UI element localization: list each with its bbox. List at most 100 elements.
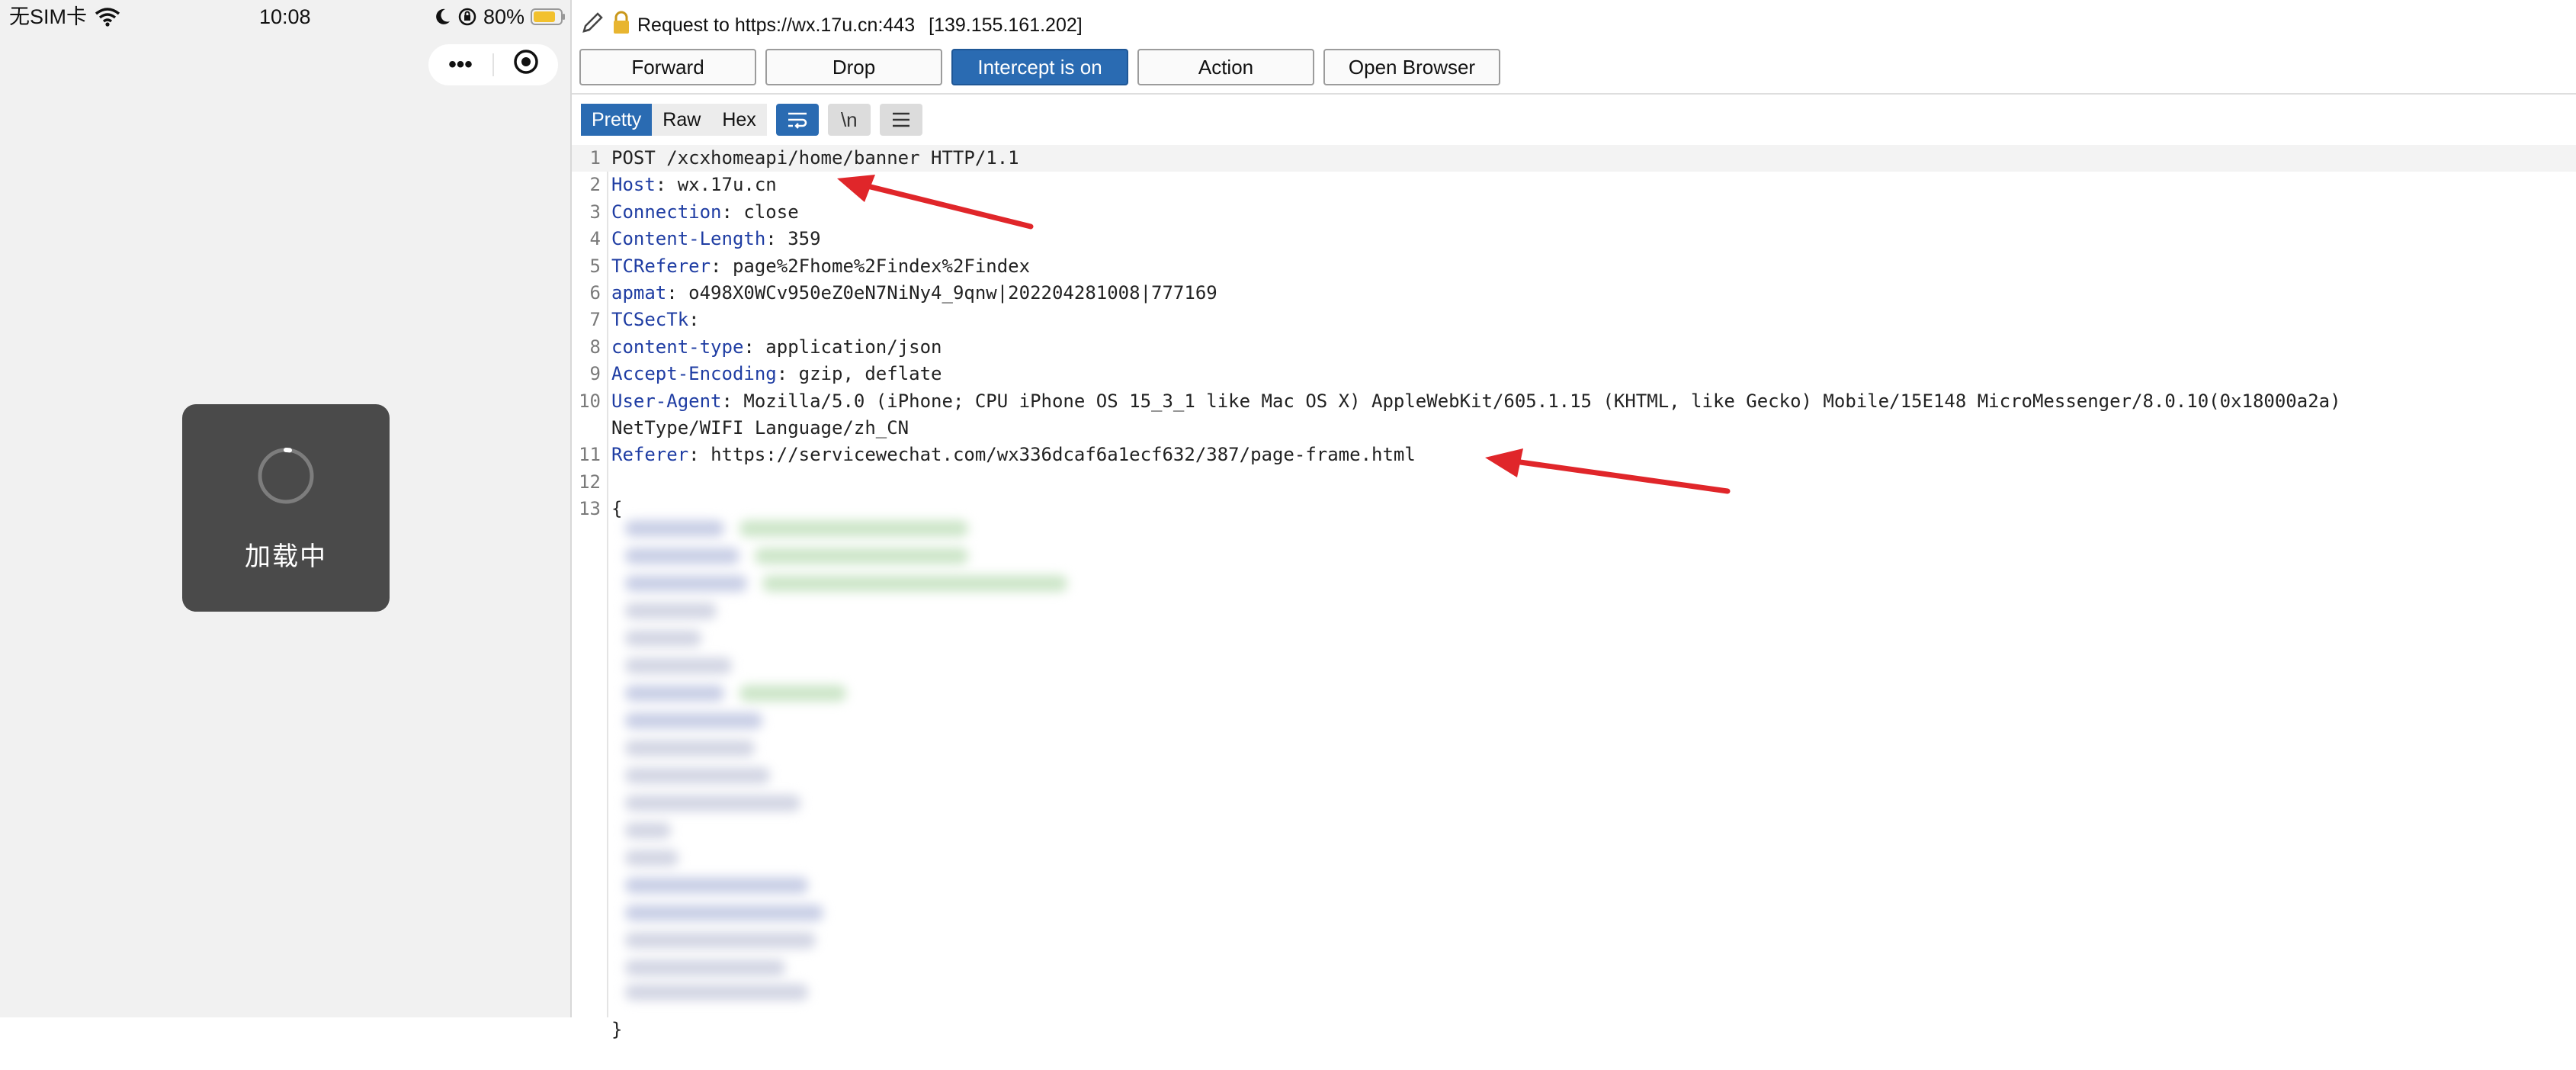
battery-icon	[531, 8, 566, 26]
loading-spinner-icon	[258, 448, 314, 504]
header-name: Connection	[611, 201, 722, 223]
header-value: Mozilla/5.0 (iPhone; CPU iPhone OS 15_3_…	[743, 390, 2341, 412]
header-value: gzip, deflate	[798, 363, 942, 385]
code-line: 1 POST /xcxhomeapi/home/banner HTTP/1.1	[572, 145, 2576, 172]
intercept-toolbar: Forward Drop Intercept is on Action Open…	[579, 49, 1500, 85]
status-bar-left: 无SIM卡	[9, 2, 120, 32]
loading-toast: 加载中	[182, 404, 390, 612]
line-content: {	[611, 496, 622, 522]
message-view-tabs: Pretty Raw Hex \n	[581, 104, 922, 136]
header-value: {	[611, 498, 623, 520]
menu-button[interactable]	[879, 104, 922, 136]
line-content: NetType/WIFI Language/zh_CN	[611, 415, 909, 442]
header-separator: :	[721, 390, 744, 412]
header-value: application/json	[765, 336, 942, 358]
line-number: 2	[589, 174, 601, 196]
line-number: 4	[589, 228, 601, 250]
header-separator: :	[776, 363, 799, 385]
header-name: TCSecTk	[611, 309, 689, 331]
intercept-toggle-button[interactable]: Intercept is on	[951, 49, 1128, 85]
tab-raw[interactable]: Raw	[652, 104, 712, 136]
header-name: User-Agent	[611, 390, 722, 412]
line-number: 10	[579, 390, 601, 412]
header-separator: :	[743, 336, 766, 358]
line-number: 8	[589, 336, 601, 358]
action-button[interactable]: Action	[1137, 49, 1314, 85]
newline-icon: \n	[840, 108, 858, 131]
header-separator: :	[688, 444, 711, 466]
annotation-arrow-icon	[837, 175, 1034, 230]
pencil-edit-icon[interactable]	[579, 10, 605, 41]
loading-text: 加载中	[245, 542, 327, 571]
line-content: User-Agent: Mozilla/5.0 (iPhone; CPU iPh…	[611, 388, 2341, 415]
status-time: 10:08	[259, 5, 311, 28]
header-value: close	[743, 201, 799, 223]
header-value: page%2Fhome%2Findex%2Findex	[732, 255, 1031, 277]
line-number: 5	[589, 255, 601, 277]
header-separator: :	[721, 201, 744, 223]
miniprogram-capsule: •••	[428, 44, 558, 85]
closing-brace: }	[611, 1019, 623, 1040]
line-number: 3	[589, 201, 601, 223]
line-content: TCReferer: page%2Fhome%2Findex%2Findex	[611, 253, 1030, 280]
code-line: }	[572, 990, 2576, 1040]
line-content: Accept-Encoding: gzip, deflate	[611, 361, 942, 387]
line-number: 9	[589, 363, 601, 385]
line-number: 7	[589, 309, 601, 331]
drop-button[interactable]: Drop	[765, 49, 942, 85]
redacted-json-body	[625, 520, 1174, 1001]
header-separator: :	[666, 282, 689, 304]
line-number: 1	[589, 147, 601, 169]
tab-pretty[interactable]: Pretty	[581, 104, 653, 136]
header-value: https://servicewechat.com/wx336dcaf6a1ec…	[711, 444, 1416, 466]
forward-button[interactable]: Forward	[579, 49, 756, 85]
header-separator: :	[711, 255, 733, 277]
header-name: TCReferer	[611, 255, 711, 277]
battery-percent: 80%	[483, 5, 525, 28]
header-name: Host	[611, 174, 656, 196]
code-line: 5 TCReferer: page%2Fhome%2Findex%2Findex	[572, 253, 2576, 280]
header-value: wx.17u.cn	[677, 174, 777, 196]
hamburger-menu-icon	[892, 112, 909, 127]
code-line: 10 User-Agent: Mozilla/5.0 (iPhone; CPU i…	[572, 388, 2576, 415]
line-content: Host: wx.17u.cn	[611, 172, 777, 198]
lock-icon	[611, 11, 631, 40]
header-name: Referer	[611, 444, 689, 466]
request-editor[interactable]: 1 POST /xcxhomeapi/home/banner HTTP/1.1 2 H…	[572, 145, 2576, 1040]
carrier-label: 无SIM卡	[9, 5, 88, 28]
phone-screen: 无SIM卡 10:08 80% ••• 加载中	[0, 0, 572, 1017]
header-separator: :	[688, 309, 700, 331]
orientation-lock-icon	[457, 7, 477, 27]
open-browser-button[interactable]: Open Browser	[1323, 49, 1500, 85]
code-line: 9 Accept-Encoding: gzip, deflate	[572, 361, 2576, 387]
close-miniprogram-button[interactable]	[494, 44, 558, 85]
word-wrap-button[interactable]	[775, 104, 819, 136]
show-newlines-button[interactable]: \n	[827, 104, 871, 136]
header-separator: :	[655, 174, 678, 196]
moon-icon	[435, 8, 451, 26]
header-name: content-type	[611, 336, 744, 358]
line-content: Connection: close	[611, 199, 799, 226]
burp-intercept-panel: Request to https://wx.17u.cn:443 [139.15…	[572, 0, 2576, 1040]
code-line: 6 apmat: o498X0WCv950eZ0eN7NiNy4_9qnw|202…	[572, 280, 2576, 307]
tab-hex[interactable]: Hex	[711, 104, 767, 136]
line-content: TCSecTk:	[611, 307, 700, 333]
line-number: 12	[579, 471, 601, 493]
line-content: apmat: o498X0WCv950eZ0eN7NiNy4_9qnw|2022…	[611, 280, 1217, 307]
line-number: 6	[589, 282, 601, 304]
header-value: POST /xcxhomeapi/home/banner HTTP/1.1	[611, 147, 1019, 169]
line-number: 11	[579, 444, 601, 466]
header-name: apmat	[611, 282, 667, 304]
wifi-icon	[95, 7, 120, 27]
code-line: 7 TCSecTk:	[572, 307, 2576, 333]
line-content: Referer: https://servicewechat.com/wx336…	[611, 442, 1416, 468]
header-value: NetType/WIFI Language/zh_CN	[611, 417, 909, 439]
line-content: POST /xcxhomeapi/home/banner HTTP/1.1	[611, 145, 1019, 172]
request-url: Request to https://wx.17u.cn:443	[637, 14, 916, 36]
more-menu-button[interactable]: •••	[428, 44, 492, 85]
header-value: o498X0WCv950eZ0eN7NiNy4_9qnw|20220428100…	[688, 282, 1217, 304]
toolbar-divider	[572, 93, 2576, 95]
word-wrap-icon	[788, 112, 807, 129]
more-icon: •••	[448, 52, 473, 77]
status-bar-right: 80%	[435, 2, 566, 32]
